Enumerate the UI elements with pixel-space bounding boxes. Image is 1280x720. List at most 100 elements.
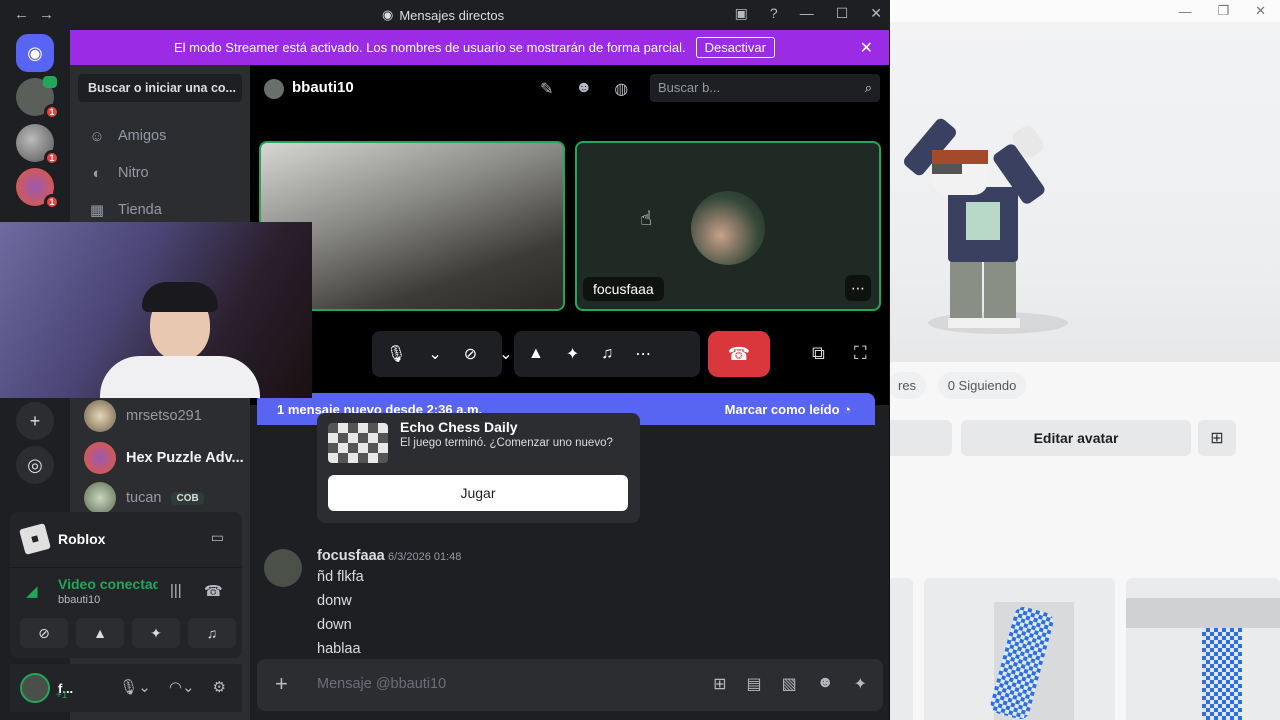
screen-share-icon[interactable]: ▭ [211,529,224,546]
camera-off-icon[interactable]: ⊘ [464,344,477,364]
call-action-controls: ▲ ✦ ♫ ⋯ [514,331,700,377]
emoji-icon[interactable]: ☻ [817,674,834,694]
minimize-icon[interactable]: — [1178,4,1191,19]
following-count[interactable]: 0 Siguiendo [937,372,1027,399]
back-icon[interactable]: ← [14,6,39,23]
pin-icon[interactable]: ✎ [540,79,553,99]
inbox-icon[interactable]: ▣ [735,5,748,22]
explore-icon[interactable]: ◎ [16,446,54,484]
recipient-avatar[interactable] [264,79,284,99]
disconnect-icon[interactable]: ☎ [204,582,223,600]
activities-button[interactable]: ✦ [132,618,180,648]
user-avatar[interactable] [20,673,50,703]
fullscreen-icon[interactable]: ⛶ [854,343,867,364]
noise-suppression-icon[interactable]: ||| [170,582,182,599]
dm-search-button[interactable]: Buscar o iniciar una co... [78,74,242,102]
nav-arrows[interactable]: ←→ [14,6,64,23]
dm-search-input[interactable]: Buscar b... ⌕ [650,74,880,102]
roblox-logo-icon [19,523,51,555]
connection-status[interactable]: Video conectado [58,576,158,592]
nav-friends-label: Amigos [118,128,167,144]
message-line: hablaa [317,641,361,657]
nav-nitro[interactable]: ◐ Nitro [78,156,242,190]
mark-as-read-button[interactable]: Marcar como leído ◔ [725,402,851,417]
mark-as-read-label: Marcar como leído [724,401,840,417]
maximize-icon[interactable]: ☐ [836,5,849,22]
message-avatar[interactable] [264,549,302,587]
chess-thumbnail [328,423,388,463]
headphones-icon[interactable]: ◠⌄ [169,678,195,696]
roblox-item-card[interactable] [924,578,1115,720]
streamer-banner-text: El modo Streamer está activado. Los nomb… [174,40,686,55]
play-button[interactable]: Jugar [328,475,628,511]
connection-user: bbauti10 [58,594,101,606]
minimize-icon[interactable]: — [800,5,814,22]
user-panel: f... +1 🎙︎⌄ ◠⌄ ⚙ [10,664,242,712]
dm-list-item[interactable]: mrsetso291 [78,397,242,435]
close-banner-icon[interactable]: ✕ [860,38,873,58]
avatar-preview [888,22,1280,362]
disable-streamer-button[interactable]: Desactivar [695,37,775,58]
search-icon: ⌕ [864,80,872,95]
chevron-down-icon[interactable]: ⌄ [499,344,512,364]
dm-avatar[interactable]: 1 [16,76,60,120]
hang-up-button[interactable]: ☎ [708,331,770,377]
signal-icon: ◢ [26,583,38,600]
dm-avatar[interactable]: 1 [16,124,60,166]
gif-icon[interactable]: ▤ [747,674,762,694]
qr-code-icon[interactable]: ⊞ [1198,420,1236,456]
sticker-icon[interactable]: ▧ [782,674,797,694]
discord-home-icon[interactable]: ◉ [16,34,54,72]
message-composer[interactable]: + Mensaje @bbauti10 ⊞ ▤ ▧ ☻ ✦ [257,659,883,711]
edit-avatar-button[interactable]: Editar avatar [961,420,1191,456]
server-tag-badge: COB [171,491,204,505]
window-controls: ▣ ? — ☐ ✕ [735,5,882,22]
soundboard-button[interactable]: ♫ [188,618,236,648]
activities-icon[interactable]: ✦ [566,344,579,364]
message-line: down [317,617,352,633]
chevron-down-icon[interactable]: ⌄ [428,344,441,364]
message-author[interactable]: focusfaaa [317,548,385,564]
popout-icon[interactable]: ⧉ [812,343,825,364]
close-icon[interactable]: ✕ [1255,3,1266,19]
roblox-item-card[interactable] [1126,578,1280,720]
settings-gear-icon[interactable]: ⚙ [213,678,226,696]
attach-plus-icon[interactable]: + [275,671,288,697]
webcam-overlay [0,222,312,398]
screen-share-icon[interactable]: ▲ [528,345,544,363]
more-options-icon[interactable]: ⋯ [845,275,871,301]
more-icon[interactable]: ⋯ [635,344,651,364]
call-area: bbauti10 ✎ ☻ ◍ Buscar b... ⌕ ti10 focusf… [250,65,889,405]
share-screen-button[interactable]: ▲ [76,618,124,648]
nav-nitro-label: Nitro [118,165,149,181]
forward-icon[interactable]: → [39,6,64,23]
close-icon[interactable]: ✕ [870,5,882,22]
roblox-item-card[interactable] [888,578,913,720]
recipient-name[interactable]: bbauti10 [292,79,354,96]
activity-app-name: Roblox [58,531,106,547]
roblox-left-button[interactable] [888,420,952,456]
followers-count[interactable]: res [888,372,927,399]
camera-off-button[interactable]: ⊘ [20,618,68,648]
apps-icon[interactable]: ✦ [854,674,867,694]
soundboard-icon[interactable]: ♫ [601,345,613,363]
microphone-icon[interactable]: 🎙︎ [386,344,406,364]
microphone-icon[interactable]: 🎙︎⌄ [119,678,151,696]
add-friend-icon[interactable]: ☻ [575,79,592,99]
dm-list-item[interactable]: Hex Puzzle Adv... [78,439,244,477]
unread-badge: 1 [44,104,60,120]
activity-app: Roblox [19,523,106,555]
streamer-mode-banner: El modo Streamer está activado. Los nomb… [68,30,889,65]
maximize-icon[interactable]: ❐ [1217,3,1229,19]
nav-friends[interactable]: ☺ Amigos [78,119,242,153]
webcam-shirt [100,356,260,398]
voice-connection-panel: Roblox ▭ ◢ Video conectado bbauti10 ||| … [10,512,242,658]
server-icon[interactable]: 1 [16,168,60,210]
add-server-icon[interactable]: + [16,402,54,440]
help-icon[interactable]: ? [770,5,778,22]
user-profile-icon[interactable]: ◍ [614,79,628,99]
roblox-window: — ❐ ✕ res 0 Siguiendo Editar avatar ⊞ [888,0,1280,720]
roblox-titlebar: — ❐ ✕ [888,0,1280,22]
video-tile[interactable]: focusfaaa ⋯ [575,141,881,311]
gift-icon[interactable]: ⊞ [713,674,726,694]
